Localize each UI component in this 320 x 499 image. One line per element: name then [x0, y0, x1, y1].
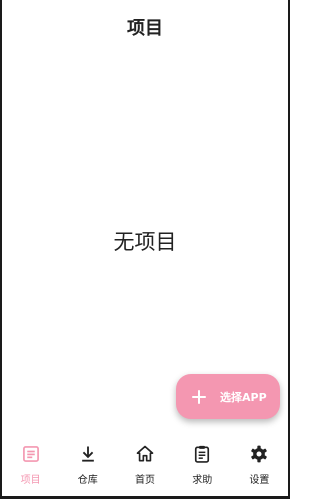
- select-app-fab[interactable]: 选择APP: [176, 374, 280, 419]
- bottom-navigation: 项目 仓库 首页 求助 设置: [2, 436, 288, 496]
- nav-label-projects: 项目: [20, 475, 41, 486]
- top-app-bar: 项目: [2, 0, 288, 56]
- nav-item-repository[interactable]: 仓库: [59, 436, 116, 496]
- app-screen: 项目 无项目 选择APP 项目 仓库 首页 求助 设置: [0, 0, 290, 499]
- nav-item-help[interactable]: 求助: [174, 436, 231, 496]
- plus-icon: [192, 389, 206, 404]
- download-icon: [81, 446, 94, 462]
- select-app-label: 选择APP: [220, 390, 267, 404]
- nav-label-settings: 设置: [249, 475, 270, 486]
- home-icon: [136, 445, 154, 462]
- nav-item-home[interactable]: 首页: [116, 436, 173, 496]
- nav-item-projects[interactable]: 项目: [2, 436, 59, 496]
- page-title: 项目: [127, 18, 163, 39]
- list-icon: [22, 446, 39, 462]
- nav-label-repository: 仓库: [77, 475, 98, 486]
- empty-state-text: 无项目: [113, 230, 177, 254]
- nav-label-help: 求助: [192, 475, 213, 486]
- clipboard-icon: [195, 445, 210, 463]
- nav-item-settings[interactable]: 设置: [231, 436, 288, 496]
- nav-label-home: 首页: [135, 475, 155, 486]
- gear-icon: [251, 445, 268, 463]
